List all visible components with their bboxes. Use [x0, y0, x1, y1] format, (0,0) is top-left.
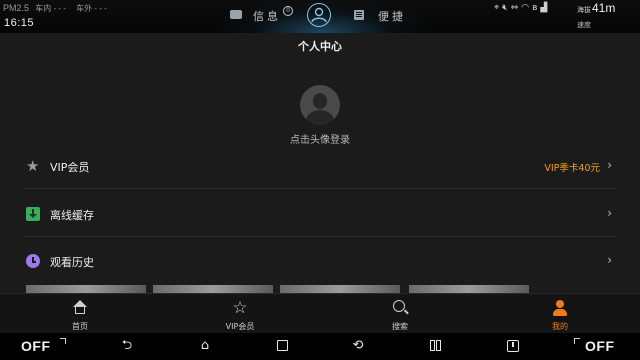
link-icon: ⇔ — [510, 3, 522, 13]
rotate-icon[interactable]: ⟲ — [350, 339, 366, 353]
corner-mark-icon — [574, 338, 580, 344]
tab-label: 我的 — [552, 322, 568, 331]
wifi-icon: ◠ — [521, 3, 533, 13]
user-icon — [551, 299, 569, 317]
home-icon[interactable]: ⌂ — [197, 339, 213, 353]
right-toggle-button[interactable]: OFF — [585, 338, 615, 354]
history-thumbnail[interactable] — [409, 285, 529, 293]
chevron-right-icon: › — [607, 206, 612, 220]
download-icon — [26, 207, 40, 221]
system-status-icons: ⌖🔇︎⇔◠ʙ▟ — [494, 3, 550, 13]
bottom-nav: 首页 ☆ VIP会员 搜索 我的 — [0, 293, 640, 334]
menu-item-label: VIP会员 — [50, 161, 90, 174]
pm25-label: PM2.5 — [3, 3, 30, 13]
outside-label: 车外 — [76, 4, 93, 13]
history-thumbnails — [26, 285, 616, 293]
messages-button[interactable]: 信息 — [253, 8, 281, 24]
message-icon[interactable] — [230, 5, 242, 19]
avatar-head-shape — [313, 93, 327, 109]
inside-value: - - - — [53, 4, 66, 13]
menu-item-watch-history[interactable]: 观看历史 › — [24, 238, 616, 284]
divider — [24, 236, 616, 237]
clock-icon — [26, 254, 40, 268]
avatar-body-shape — [306, 110, 334, 125]
vip-icon: ☆ — [232, 298, 248, 318]
vip-promo-text: VIP季卡40元 — [544, 163, 600, 174]
history-thumbnail[interactable] — [153, 285, 273, 293]
menu-item-offline-cache[interactable]: 离线缓存 › — [24, 191, 616, 237]
tab-label: VIP会员 — [225, 322, 255, 331]
system-nav-bar: OFF ⮌ ⌂ ⟲ OFF — [0, 333, 640, 360]
status-bar: PM2.5 车内 - - - 车外 - - - 16:15 信息 0 便捷 ⌖🔇… — [0, 0, 640, 33]
location-icon: ⌖ — [494, 3, 503, 13]
tab-label: 首页 — [72, 322, 88, 331]
star-icon: ★ — [26, 157, 40, 175]
history-thumbnail[interactable] — [26, 285, 146, 293]
clock: 16:15 — [4, 17, 35, 29]
tab-home[interactable]: 首页 — [40, 294, 120, 334]
menu-item-vip[interactable]: ★ VIP会员 VIP季卡40元 › — [24, 143, 616, 189]
shortcut-button[interactable]: 便捷 — [378, 8, 406, 24]
tab-label: 搜索 — [392, 322, 408, 331]
tab-mine[interactable]: 我的 — [520, 294, 600, 334]
messages-badge: 0 — [283, 6, 293, 16]
tab-search[interactable]: 搜索 — [360, 294, 440, 334]
menu-item-label: 离线缓存 — [50, 209, 94, 222]
split-screen-icon[interactable] — [427, 339, 443, 353]
menu-item-label: 观看历史 — [50, 256, 94, 269]
home-icon — [71, 299, 89, 317]
login-avatar-button[interactable] — [300, 85, 340, 125]
altitude-label: 海拔 — [577, 6, 591, 14]
user-outline-icon — [311, 7, 327, 23]
altitude-value: 41m — [592, 1, 616, 15]
speed-label: 速度 — [577, 21, 591, 29]
corner-mark-icon — [60, 338, 66, 344]
left-toggle-button[interactable]: OFF — [21, 338, 51, 354]
divider — [24, 188, 616, 189]
inside-label: 车内 — [35, 4, 52, 13]
mute-icon: 🔇︎ — [502, 3, 511, 13]
power-icon[interactable] — [505, 339, 521, 353]
tab-vip[interactable]: ☆ VIP会员 — [200, 294, 280, 334]
pm25-readout: PM2.5 车内 - - - 车外 - - - — [3, 3, 107, 14]
chevron-right-icon: › — [607, 158, 612, 172]
signal-icon: ▟ — [540, 3, 551, 13]
search-icon — [391, 299, 409, 317]
page-title: 个人中心 — [298, 40, 342, 53]
recents-icon[interactable] — [274, 339, 290, 353]
notebook-icon[interactable] — [354, 10, 364, 20]
history-thumbnail[interactable] — [280, 285, 400, 293]
outside-value: - - - — [94, 4, 107, 13]
back-icon[interactable]: ⮌ — [119, 339, 135, 353]
chevron-right-icon: › — [607, 253, 612, 267]
user-avatar-button[interactable] — [307, 3, 331, 27]
